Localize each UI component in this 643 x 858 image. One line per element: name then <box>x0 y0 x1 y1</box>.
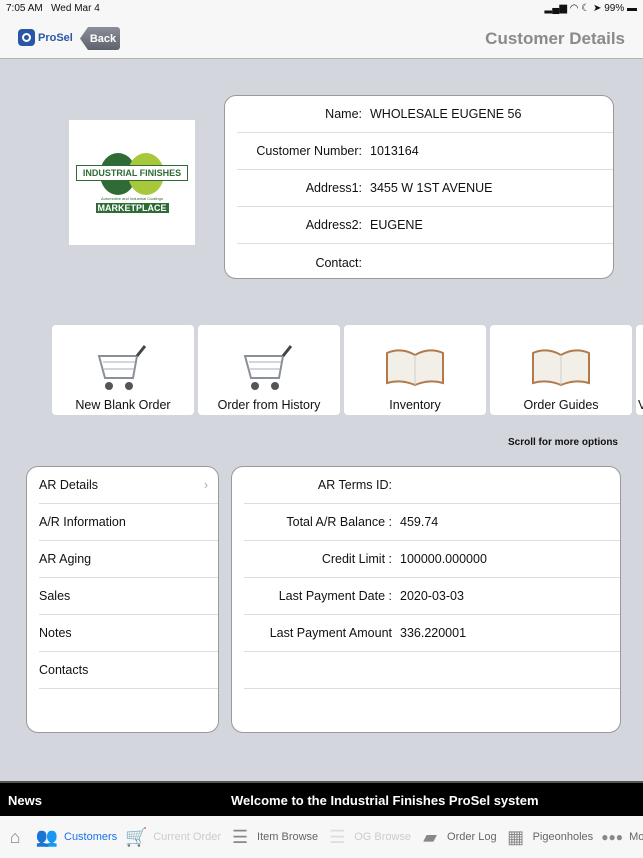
scroll-hint: Scroll for more options <box>507 437 618 448</box>
customer-row: Name: WHOLESALE EUGENE 56 <box>237 96 613 133</box>
tab-order-log[interactable]: ▰ Order Log <box>417 826 496 848</box>
ar-row-empty <box>244 652 620 689</box>
page-title: Customer Details <box>485 29 625 48</box>
menu-item-notes[interactable]: Notes <box>39 615 218 652</box>
ar-row: Last Payment Date :2020-03-03 <box>244 578 620 615</box>
logo-title: INDUSTRIAL FINISHES <box>76 165 188 181</box>
customer-row: Address2: EUGENE <box>237 207 613 244</box>
status-battery: ▂▄▆ ◠ ☾ ➤ 99% ▬ <box>544 3 637 14</box>
cart-icon <box>239 342 299 392</box>
list-icon: ☰ <box>231 826 249 847</box>
ar-row: Last Payment Amount 336.220001 <box>244 615 620 652</box>
ar-row: Total A/R Balance :459.74 <box>244 504 620 541</box>
customer-row: Customer Number: 1013164 <box>237 133 613 170</box>
customer-info-card: Name: WHOLESALE EUGENE 56 Customer Number… <box>224 95 614 279</box>
book-icon <box>385 342 445 392</box>
news-label: News <box>8 793 42 808</box>
inventory-button[interactable]: Inventory <box>344 325 486 415</box>
book-icon <box>531 342 591 392</box>
menu-item-ar-information[interactable]: A/R Information <box>39 504 218 541</box>
prosel-logo: ProSel <box>18 29 73 46</box>
book-icon: ▰ <box>423 826 437 847</box>
nav-bar: ProSel Back Customer Details <box>0 18 643 59</box>
tab-og-browse[interactable]: ☰ OG Browse <box>324 826 411 848</box>
ar-row: AR Terms ID: <box>244 467 620 504</box>
logo-marketplace: MARKETPLACE <box>95 203 169 213</box>
tab-more[interactable]: ●●●More <box>599 826 643 848</box>
logo-graphic: INDUSTRIAL FINISHES <box>76 152 188 196</box>
news-bar: News Welcome to the Industrial Finishes … <box>0 781 643 816</box>
customers-icon: 👥 <box>35 826 59 847</box>
home-icon: ⌂ <box>9 826 21 847</box>
tab-bar: ⌂ 👥 Customers 🛒 Current Order ☰ Item Browse… <box>0 816 643 858</box>
chevron-right-icon: › <box>203 478 208 492</box>
cart-icon: 🛒 <box>124 826 148 847</box>
ar-menu: AR Details › A/R Information AR Aging Sal… <box>26 466 219 733</box>
tab-customers[interactable]: 👥 Customers <box>34 826 117 848</box>
prosel-icon <box>18 29 35 46</box>
tab-current-order[interactable]: 🛒 Current Order <box>123 826 221 848</box>
ar-row: Credit Limit :100000.000000 <box>244 541 620 578</box>
menu-item-ar-details[interactable]: AR Details › <box>39 467 218 504</box>
new-blank-order-button[interactable]: New Blank Order <box>52 325 194 415</box>
order-from-history-button[interactable]: Order from History <box>198 325 340 415</box>
ar-details-card: AR Terms ID: Total A/R Balance :459.74 C… <box>231 466 621 733</box>
status-time: 7:05 AM Wed Mar 4 <box>6 3 100 14</box>
more-icon: ●●● <box>601 830 624 844</box>
tab-home[interactable]: ⌂ <box>2 826 28 848</box>
more-options-tile[interactable]: V <box>636 325 643 415</box>
logo-tagline: Automotive and Industrial Coatings <box>100 196 164 201</box>
menu-item-contacts[interactable]: Contacts <box>39 652 218 689</box>
tab-item-browse[interactable]: ☰ Item Browse <box>227 826 318 848</box>
customer-row: Contact: <box>315 255 362 270</box>
list-icon: ☰ <box>329 826 346 847</box>
menu-item-sales[interactable]: Sales <box>39 578 218 615</box>
tab-pigeonholes[interactable]: ▦ Pigeonholes <box>503 826 593 848</box>
news-message: Welcome to the Industrial Finishes ProSe… <box>231 793 539 808</box>
customer-row: Address1: 3455 W 1ST AVENUE <box>237 170 613 207</box>
order-guides-button[interactable]: Order Guides <box>490 325 632 415</box>
status-bar: 7:05 AM Wed Mar 4 ▂▄▆ ◠ ☾ ➤ 99% ▬ <box>0 0 643 18</box>
cart-icon <box>93 342 153 392</box>
back-button[interactable]: Back <box>80 27 120 50</box>
menu-item-ar-aging[interactable]: AR Aging <box>39 541 218 578</box>
grid-icon: ▦ <box>507 826 525 847</box>
customer-logo: INDUSTRIAL FINISHES Automotive and Indus… <box>69 120 195 245</box>
